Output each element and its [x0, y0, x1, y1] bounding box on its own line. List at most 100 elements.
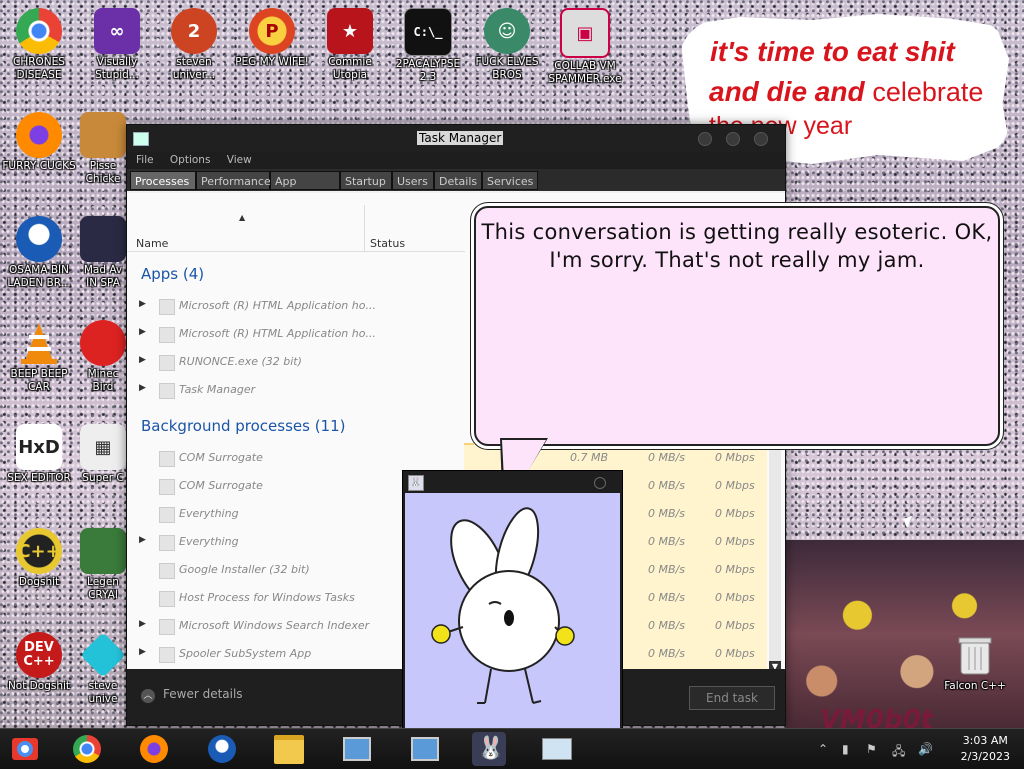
taskbar-obama[interactable]: [205, 732, 239, 766]
menu-file[interactable]: File: [136, 154, 154, 166]
tab-startup[interactable]: Startup: [340, 171, 392, 190]
firefox-icon: [140, 735, 168, 763]
expand-arrow-icon[interactable]: ▶: [139, 299, 146, 309]
fewer-details-toggle[interactable]: ︿ Fewer details: [141, 687, 243, 703]
expand-arrow-icon[interactable]: ▶: [139, 619, 146, 629]
maximize-button[interactable]: [726, 132, 740, 146]
desktop-icon-label: Not Dogshit: [7, 680, 71, 692]
end-task-button[interactable]: End task: [689, 686, 775, 710]
expand-arrow-icon[interactable]: ▶: [139, 383, 146, 393]
taskbar-network-app[interactable]: [340, 732, 374, 766]
clock[interactable]: 3:03 AM 2/3/2023: [961, 733, 1010, 765]
desktop-icon-elves[interactable]: ☺ FUCK ELVES BROS: [468, 8, 546, 82]
vlc-icon: [16, 320, 62, 366]
process-row[interactable]: ▶ Task Manager: [127, 377, 464, 405]
desktop-icon-hxd[interactable]: HxD SEX EDITOR: [0, 424, 78, 485]
start-icon: [12, 738, 38, 760]
desktop-icon-steven[interactable]: 2 steven univer...: [155, 8, 233, 82]
bunny-title-bar[interactable]: 🐰: [403, 471, 622, 493]
expand-arrow-icon[interactable]: ▶: [139, 535, 146, 545]
tray-expand-icon[interactable]: ⌃: [818, 742, 828, 756]
taskbar-task-manager[interactable]: [540, 732, 574, 766]
process-row[interactable]: ▶ Microsoft (R) HTML Application ho...: [127, 321, 464, 349]
bunny-close-button[interactable]: [594, 477, 606, 489]
legend-icon: [80, 528, 126, 574]
tab-performance[interactable]: Performance: [196, 171, 271, 190]
background-group-header[interactable]: Background processes (11): [141, 417, 346, 435]
desktop-icon-vlc[interactable]: BEEP BEEP CAR: [0, 320, 78, 394]
disk-value: 0 MB/s: [648, 563, 685, 576]
elf-icon: ☺: [484, 8, 530, 54]
desktop-icon-firefox[interactable]: FURRY CUCKS: [0, 112, 78, 173]
minimize-button[interactable]: [698, 132, 712, 146]
flag-icon[interactable]: ⚑: [866, 742, 877, 756]
process-icon: [159, 563, 175, 579]
process-icon: [159, 299, 175, 315]
tab-users[interactable]: Users: [392, 171, 434, 190]
desktop-icon-mad-av[interactable]: Mad Av IN SPA: [78, 216, 128, 290]
clock-date: 2/3/2023: [960, 750, 1010, 763]
gem-icon: [80, 632, 126, 678]
network-value: 0 Mbps: [715, 535, 755, 548]
desktop-icon-minec-bird[interactable]: Minec Bird: [78, 320, 128, 394]
tab-processes[interactable]: Processes: [130, 171, 196, 190]
expand-arrow-icon[interactable]: ▶: [139, 327, 146, 337]
title-bar[interactable]: Task Manager: [127, 125, 785, 152]
desktop-icon-super-c[interactable]: ▦ Super C: [78, 424, 128, 485]
tab-details[interactable]: Details: [434, 171, 482, 190]
start-button[interactable]: [8, 732, 42, 766]
taskbar-firefox[interactable]: [137, 732, 171, 766]
process-icon: [159, 619, 175, 635]
taskbar-file-explorer[interactable]: [272, 732, 306, 766]
firefox-icon: [16, 112, 62, 158]
desktop-icon-collab[interactable]: ▣ COLLAB VM SPAMMER.exe: [546, 8, 624, 86]
desktop-icon-chrome[interactable]: CHRONES DISEASE: [0, 8, 78, 82]
network-value: 0 Mbps: [715, 591, 755, 604]
desktop-icon-recycle-bin[interactable]: Falcon C++: [936, 632, 1014, 693]
devcpp-icon: DEV C++: [16, 632, 62, 678]
vertical-scrollbar[interactable]: ▼: [769, 445, 781, 673]
dogshit-icon: C++: [16, 528, 62, 574]
desktop-icon-peg[interactable]: P PEG MY WIFE!: [233, 8, 311, 69]
menu-options[interactable]: Options: [170, 154, 211, 166]
desktop-icon-obama[interactable]: OSAMA BIN LADEN BR...: [0, 216, 78, 290]
close-button[interactable]: [754, 132, 768, 146]
desktop-icon-label: CHRONES DISEASE: [13, 56, 65, 81]
desktop-icon-commie[interactable]: ★ Commie Utopia: [311, 8, 389, 82]
bunny-icon: 🐰: [477, 736, 505, 761]
taskbar-chrome[interactable]: [70, 732, 104, 766]
process-row[interactable]: ▶ RUNONCE.exe (32 bit): [127, 349, 464, 377]
desktop-icon-chicken[interactable]: Pisse Chicke: [78, 112, 128, 186]
apps-group-header[interactable]: Apps (4): [141, 265, 204, 283]
window-title: Task Manager: [417, 131, 504, 145]
volume-icon[interactable]: 🔊: [918, 742, 933, 756]
network-value: 0 Mbps: [715, 507, 755, 520]
tray-app-icon[interactable]: ▮: [842, 742, 849, 756]
taskbar-network-app-2[interactable]: [408, 732, 442, 766]
process-row[interactable]: ▶ Microsoft (R) HTML Application ho...: [127, 293, 464, 321]
chicken-icon: [80, 112, 126, 158]
disk-value: 0 MB/s: [648, 507, 685, 520]
bunny-window[interactable]: 🐰: [402, 470, 623, 732]
speech-bubble-text: This conversation is getting really esot…: [481, 220, 993, 272]
process-row[interactable]: COM Surrogate: [127, 445, 464, 473]
desktop-icon-visual-studio[interactable]: ∞ Visually Stupid...: [78, 8, 156, 82]
desktop-icon-devcpp[interactable]: DEV C++ Not Dogshit: [0, 632, 78, 693]
expand-arrow-icon[interactable]: ▶: [139, 647, 146, 657]
menu-view[interactable]: View: [227, 154, 252, 166]
desktop-icon-label: Mad Av IN SPA: [83, 264, 123, 289]
disk-value: 0 MB/s: [648, 619, 685, 632]
expand-arrow-icon[interactable]: ▶: [139, 355, 146, 365]
taskbar-bunny[interactable]: 🐰: [472, 732, 506, 766]
desktop-icon-label: PEG MY WIFE!: [235, 56, 309, 68]
desktop-icon-2pacalypse[interactable]: C:\_ 2PACALYPSE 2.3: [389, 8, 467, 84]
network-icon[interactable]: 🖧: [892, 742, 905, 763]
desktop-icon-gem[interactable]: steve unive: [78, 632, 128, 706]
tab-services[interactable]: Services: [482, 171, 538, 190]
desktop-icon-dogshit[interactable]: C++ Dogshit: [0, 528, 78, 589]
column-status-label: Status: [370, 237, 406, 250]
desktop-icon-legend[interactable]: Legen CRYAI: [78, 528, 128, 602]
tab-app-history[interactable]: App history: [270, 171, 340, 207]
desktop-icon-label: OSAMA BIN LADEN BR...: [7, 264, 71, 289]
column-status-header[interactable]: Status: [364, 205, 465, 252]
